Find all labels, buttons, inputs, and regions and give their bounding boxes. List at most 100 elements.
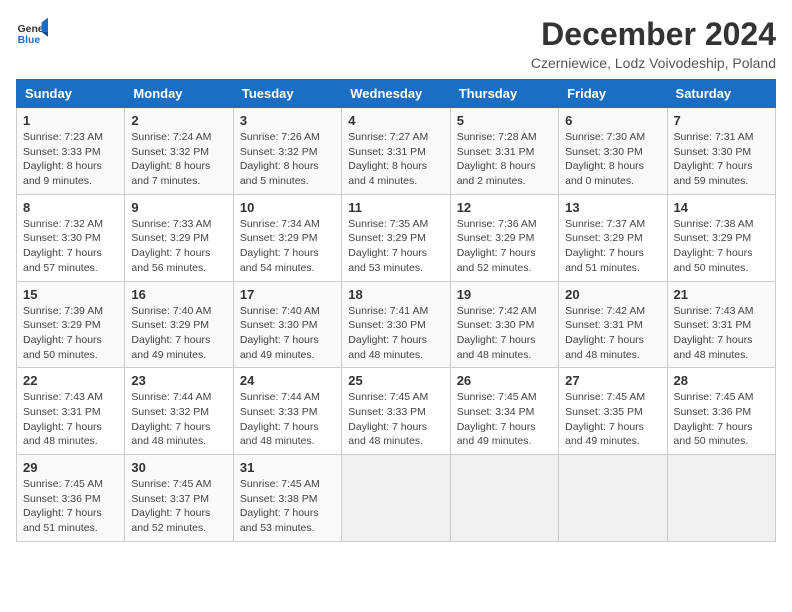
cell-details: Sunrise: 7:45 AMSunset: 3:33 PMDaylight:…: [348, 390, 443, 449]
day-number: 16: [131, 287, 226, 302]
cell-details: Sunrise: 7:39 AMSunset: 3:29 PMDaylight:…: [23, 304, 118, 363]
day-number: 6: [565, 113, 660, 128]
day-number: 27: [565, 373, 660, 388]
day-number: 2: [131, 113, 226, 128]
calendar-cell: 7 Sunrise: 7:31 AMSunset: 3:30 PMDaylight…: [667, 108, 775, 195]
day-number: 14: [674, 200, 769, 215]
day-number: 5: [457, 113, 552, 128]
cell-details: Sunrise: 7:27 AMSunset: 3:31 PMDaylight:…: [348, 130, 443, 189]
day-number: 7: [674, 113, 769, 128]
day-number: 13: [565, 200, 660, 215]
cell-details: Sunrise: 7:42 AMSunset: 3:30 PMDaylight:…: [457, 304, 552, 363]
cell-details: Sunrise: 7:40 AMSunset: 3:30 PMDaylight:…: [240, 304, 335, 363]
weekday-header-friday: Friday: [559, 80, 667, 108]
cell-details: Sunrise: 7:38 AMSunset: 3:29 PMDaylight:…: [674, 217, 769, 276]
cell-details: Sunrise: 7:44 AMSunset: 3:33 PMDaylight:…: [240, 390, 335, 449]
calendar-cell: [450, 455, 558, 542]
logo: General Blue: [16, 16, 48, 48]
cell-details: Sunrise: 7:45 AMSunset: 3:36 PMDaylight:…: [23, 477, 118, 536]
weekday-header-tuesday: Tuesday: [233, 80, 341, 108]
logo-icon: General Blue: [16, 16, 48, 48]
day-number: 3: [240, 113, 335, 128]
day-number: 9: [131, 200, 226, 215]
calendar-cell: 28 Sunrise: 7:45 AMSunset: 3:36 PMDayligh…: [667, 368, 775, 455]
day-number: 28: [674, 373, 769, 388]
day-number: 4: [348, 113, 443, 128]
cell-details: Sunrise: 7:24 AMSunset: 3:32 PMDaylight:…: [131, 130, 226, 189]
cell-details: Sunrise: 7:45 AMSunset: 3:35 PMDaylight:…: [565, 390, 660, 449]
calendar-cell: 14 Sunrise: 7:38 AMSunset: 3:29 PMDayligh…: [667, 194, 775, 281]
calendar-cell: [559, 455, 667, 542]
day-number: 22: [23, 373, 118, 388]
day-number: 21: [674, 287, 769, 302]
calendar-cell: 9 Sunrise: 7:33 AMSunset: 3:29 PMDaylight…: [125, 194, 233, 281]
calendar-cell: 4 Sunrise: 7:27 AMSunset: 3:31 PMDaylight…: [342, 108, 450, 195]
day-number: 20: [565, 287, 660, 302]
calendar-cell: 19 Sunrise: 7:42 AMSunset: 3:30 PMDayligh…: [450, 281, 558, 368]
cell-details: Sunrise: 7:34 AMSunset: 3:29 PMDaylight:…: [240, 217, 335, 276]
day-number: 19: [457, 287, 552, 302]
calendar-cell: 27 Sunrise: 7:45 AMSunset: 3:35 PMDayligh…: [559, 368, 667, 455]
calendar-cell: 30 Sunrise: 7:45 AMSunset: 3:37 PMDayligh…: [125, 455, 233, 542]
calendar-cell: [342, 455, 450, 542]
calendar-cell: 25 Sunrise: 7:45 AMSunset: 3:33 PMDayligh…: [342, 368, 450, 455]
day-number: 30: [131, 460, 226, 475]
calendar-cell: 29 Sunrise: 7:45 AMSunset: 3:36 PMDayligh…: [17, 455, 125, 542]
day-number: 26: [457, 373, 552, 388]
day-number: 11: [348, 200, 443, 215]
cell-details: Sunrise: 7:33 AMSunset: 3:29 PMDaylight:…: [131, 217, 226, 276]
weekday-header-thursday: Thursday: [450, 80, 558, 108]
calendar-cell: 26Sunrise: 7:45 AMSunset: 3:34 PMDayligh…: [450, 368, 558, 455]
day-number: 25: [348, 373, 443, 388]
svg-text:Blue: Blue: [18, 35, 41, 46]
cell-details: Sunrise: 7:45 AMSunset: 3:37 PMDaylight:…: [131, 477, 226, 536]
calendar-cell: 8 Sunrise: 7:32 AMSunset: 3:30 PMDaylight…: [17, 194, 125, 281]
week-row-1: 1 Sunrise: 7:23 AMSunset: 3:33 PMDaylight…: [17, 108, 776, 195]
cell-details: Sunrise: 7:37 AMSunset: 3:29 PMDaylight:…: [565, 217, 660, 276]
day-number: 12: [457, 200, 552, 215]
cell-details: Sunrise: 7:36 AMSunset: 3:29 PMDaylight:…: [457, 217, 552, 276]
cell-details: Sunrise: 7:32 AMSunset: 3:30 PMDaylight:…: [23, 217, 118, 276]
day-number: 24: [240, 373, 335, 388]
weekday-header-wednesday: Wednesday: [342, 80, 450, 108]
cell-details: Sunrise: 7:30 AMSunset: 3:30 PMDaylight:…: [565, 130, 660, 189]
day-number: 29: [23, 460, 118, 475]
cell-details: Sunrise: 7:41 AMSunset: 3:30 PMDaylight:…: [348, 304, 443, 363]
calendar-cell: 16Sunrise: 7:40 AMSunset: 3:29 PMDayligh…: [125, 281, 233, 368]
calendar-cell: 5 Sunrise: 7:28 AMSunset: 3:31 PMDaylight…: [450, 108, 558, 195]
calendar-cell: 12 Sunrise: 7:36 AMSunset: 3:29 PMDayligh…: [450, 194, 558, 281]
page-header: General Blue December 2024 Czerniewice, …: [16, 16, 776, 71]
day-number: 23: [131, 373, 226, 388]
calendar-cell: 22 Sunrise: 7:43 AMSunset: 3:31 PMDayligh…: [17, 368, 125, 455]
calendar-cell: 13 Sunrise: 7:37 AMSunset: 3:29 PMDayligh…: [559, 194, 667, 281]
day-number: 10: [240, 200, 335, 215]
day-number: 15: [23, 287, 118, 302]
day-number: 1: [23, 113, 118, 128]
cell-details: Sunrise: 7:23 AMSunset: 3:33 PMDaylight:…: [23, 130, 118, 189]
main-title: December 2024: [531, 16, 776, 53]
cell-details: Sunrise: 7:28 AMSunset: 3:31 PMDaylight:…: [457, 130, 552, 189]
weekday-header-monday: Monday: [125, 80, 233, 108]
calendar-cell: 23 Sunrise: 7:44 AMSunset: 3:32 PMDayligh…: [125, 368, 233, 455]
calendar-cell: 15 Sunrise: 7:39 AMSunset: 3:29 PMDayligh…: [17, 281, 125, 368]
cell-details: Sunrise: 7:42 AMSunset: 3:31 PMDaylight:…: [565, 304, 660, 363]
calendar-cell: 24 Sunrise: 7:44 AMSunset: 3:33 PMDayligh…: [233, 368, 341, 455]
day-number: 17: [240, 287, 335, 302]
day-number: 18: [348, 287, 443, 302]
week-row-5: 29 Sunrise: 7:45 AMSunset: 3:36 PMDayligh…: [17, 455, 776, 542]
calendar-cell: 1 Sunrise: 7:23 AMSunset: 3:33 PMDaylight…: [17, 108, 125, 195]
calendar-cell: 17 Sunrise: 7:40 AMSunset: 3:30 PMDayligh…: [233, 281, 341, 368]
subtitle: Czerniewice, Lodz Voivodeship, Poland: [531, 55, 776, 71]
weekday-header-saturday: Saturday: [667, 80, 775, 108]
calendar-cell: 31Sunrise: 7:45 AMSunset: 3:38 PMDayligh…: [233, 455, 341, 542]
calendar-cell: 20 Sunrise: 7:42 AMSunset: 3:31 PMDayligh…: [559, 281, 667, 368]
cell-details: Sunrise: 7:26 AMSunset: 3:32 PMDaylight:…: [240, 130, 335, 189]
cell-details: Sunrise: 7:31 AMSunset: 3:30 PMDaylight:…: [674, 130, 769, 189]
calendar-cell: 10 Sunrise: 7:34 AMSunset: 3:29 PMDayligh…: [233, 194, 341, 281]
cell-details: Sunrise: 7:45 AMSunset: 3:36 PMDaylight:…: [674, 390, 769, 449]
day-number: 8: [23, 200, 118, 215]
cell-details: Sunrise: 7:44 AMSunset: 3:32 PMDaylight:…: [131, 390, 226, 449]
cell-details: Sunrise: 7:45 AMSunset: 3:38 PMDaylight:…: [240, 477, 335, 536]
calendar-cell: [667, 455, 775, 542]
cell-details: Sunrise: 7:43 AMSunset: 3:31 PMDaylight:…: [23, 390, 118, 449]
